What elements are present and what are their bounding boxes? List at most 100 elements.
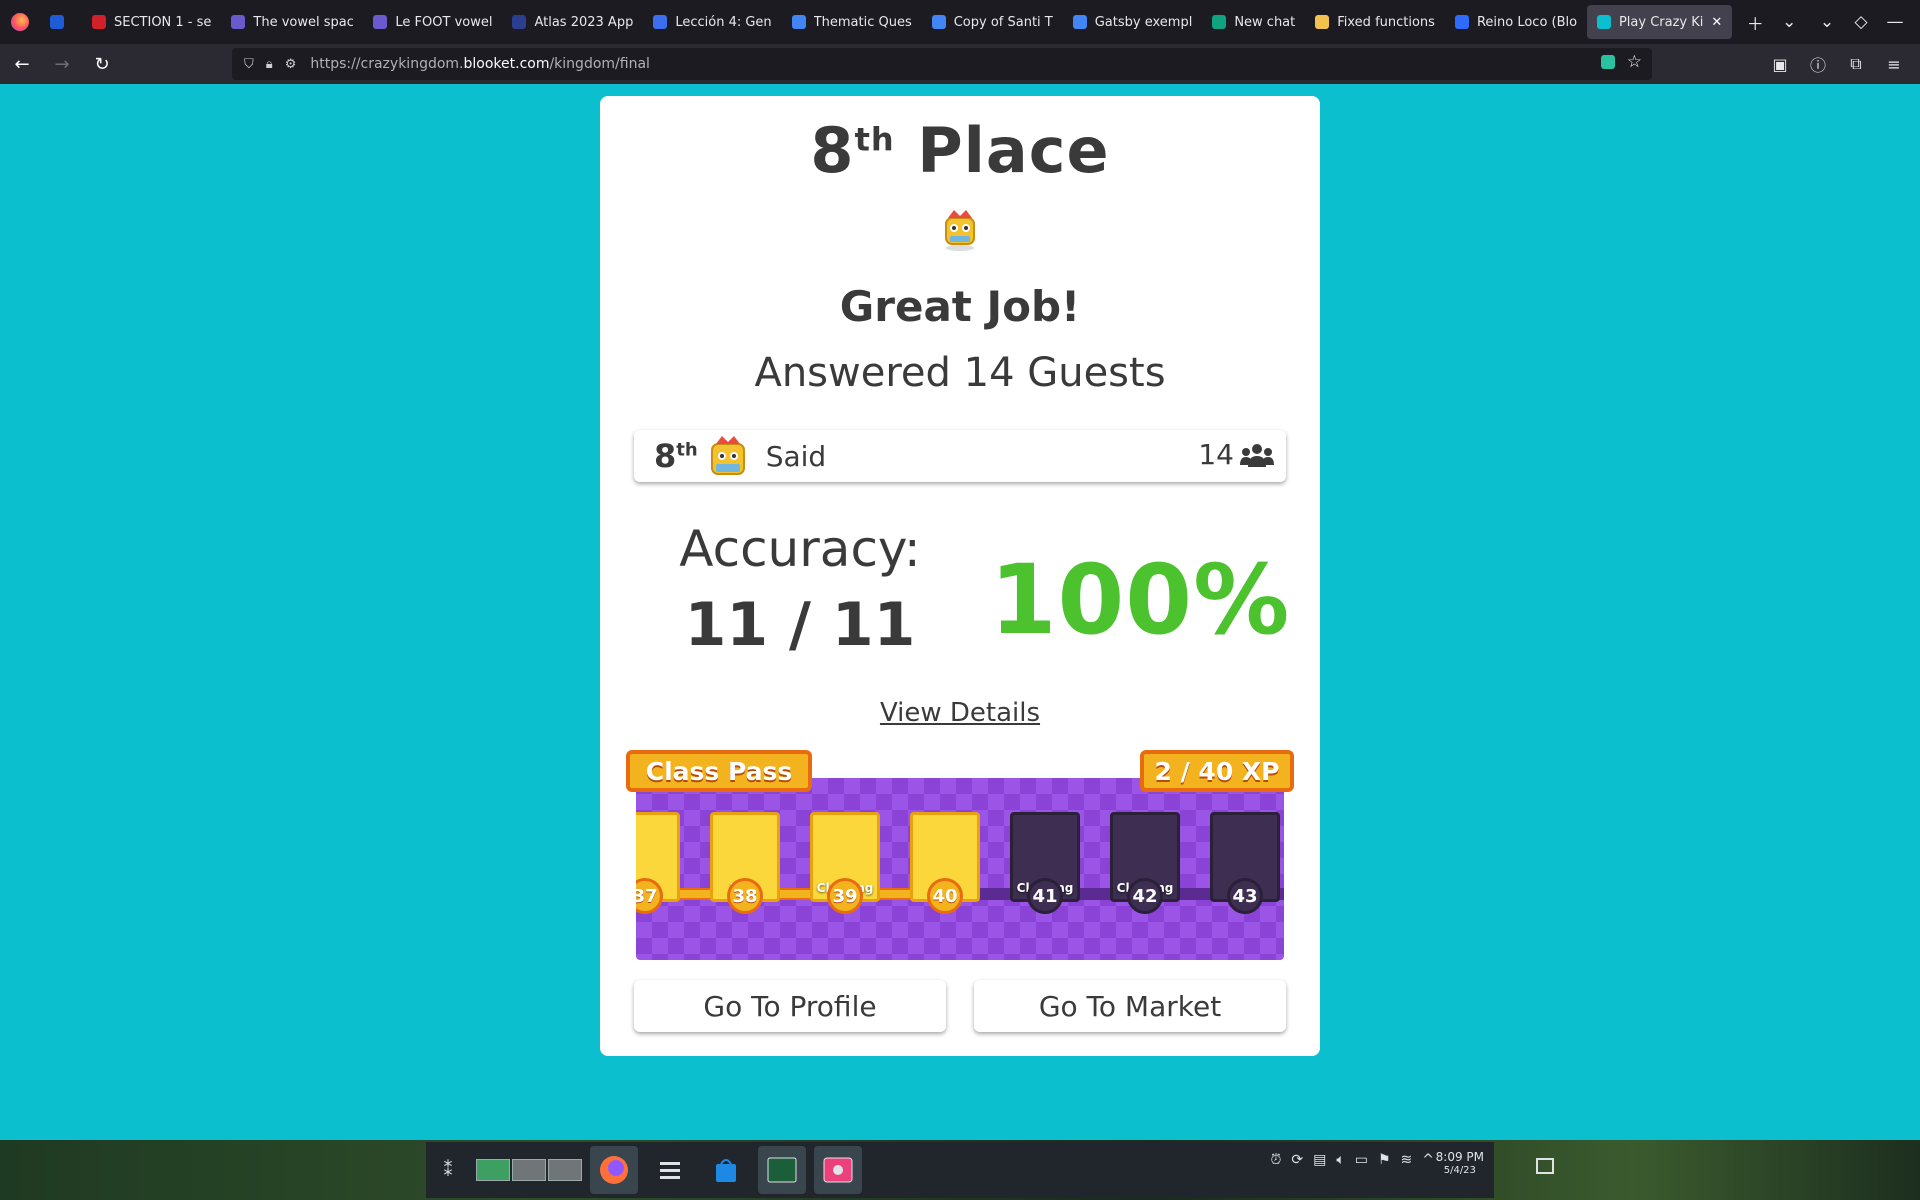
final-place-title: 8th Place — [810, 114, 1110, 187]
settings-taskbar-icon[interactable] — [646, 1146, 694, 1194]
diamond-icon[interactable]: ◇ — [1844, 5, 1878, 39]
go-to-market-button[interactable]: Go To Market — [974, 980, 1286, 1032]
url-bar[interactable]: ⛉ 🔒︎ ⚙ https://crazykingdom.blooket.com/… — [232, 48, 1652, 80]
tab-favicon-icon — [1454, 15, 1469, 29]
browser-tab[interactable]: SECTION 1 - se — [82, 5, 221, 39]
terminal-taskbar-icon[interactable] — [758, 1146, 806, 1194]
browser-nav-bar: ← → ↻ ⛉ 🔒︎ ⚙ https://crazykingdom.blooke… — [0, 44, 1920, 84]
player-standing-row: 8th Said 14 — [634, 430, 1286, 482]
tab-favicon-icon — [50, 15, 64, 29]
update-icon[interactable]: ⟳ — [1291, 1152, 1303, 1168]
class-pass-badge: Class Pass — [626, 750, 812, 792]
tab-label: Gatsby exempl — [1094, 14, 1193, 30]
volume-icon[interactable]: 🔈︎ — [1336, 1152, 1344, 1168]
info-icon[interactable]: ⓘ — [1802, 48, 1834, 80]
tab-favicon-icon — [931, 15, 946, 29]
tier-number: 41 — [1027, 878, 1063, 914]
browser-tab[interactable]: Le FOOT vowel — [363, 5, 502, 39]
tab-favicon-icon — [1596, 15, 1611, 29]
browser-tab[interactable] — [40, 5, 82, 39]
wifi-icon[interactable]: ≋ — [1401, 1152, 1413, 1168]
reward-art-icon — [927, 829, 967, 869]
go-to-profile-button[interactable]: Go To Profile — [634, 980, 946, 1032]
browser-tab[interactable]: Play Crazy Ki ✕ — [1586, 5, 1733, 39]
extensions-icon[interactable]: ⧉ — [1840, 48, 1872, 80]
permissions-icon[interactable]: ⚙ — [285, 57, 297, 72]
reward-art-icon — [827, 829, 867, 869]
view-details-link[interactable]: View Details — [600, 698, 1320, 728]
new-tab-icon[interactable]: ＋ — [1738, 5, 1772, 39]
browser-tab[interactable]: Thematic Ques — [782, 5, 922, 39]
lock-icon[interactable]: 🔒︎ — [266, 57, 273, 72]
class-pass-track[interactable]: t37Item38Clothing39Hat40Clothing41Clothi… — [636, 778, 1284, 960]
tab-favicon-icon — [1072, 15, 1087, 29]
battery-icon[interactable]: ▭ — [1355, 1152, 1368, 1168]
accuracy-label: Accuracy: — [679, 520, 921, 578]
tab-favicon-icon — [373, 15, 388, 29]
desktop-3[interactable] — [548, 1159, 582, 1181]
tab-favicon-icon — [231, 15, 246, 29]
tab-favicon-icon — [92, 15, 106, 29]
clock[interactable]: 8:09 PM 5/4/23 — [1436, 1150, 1484, 1178]
browser-tab[interactable]: Gatsby exempl — [1063, 5, 1203, 39]
tab-label: New chat — [1234, 14, 1296, 30]
chevron-down-icon[interactable]: ⌄ — [1810, 5, 1844, 39]
keyboard-layout-flag-icon[interactable]: ⚑ — [1378, 1152, 1391, 1168]
back-icon[interactable]: ← — [4, 48, 40, 80]
desktop-2[interactable] — [512, 1159, 546, 1181]
reward-art-icon — [636, 829, 667, 869]
pocket-icon[interactable]: ▣ — [1764, 48, 1796, 80]
browser-tab[interactable]: Lección 4: Gen — [643, 5, 781, 39]
show-desktop-icon[interactable] — [1536, 1158, 1554, 1174]
browser-tab-bar: SECTION 1 - se The vowel spac Le FOOT vowe… — [0, 0, 1920, 44]
bookmark-star-icon[interactable]: ☆ — [1627, 52, 1642, 72]
tier-number: 39 — [827, 878, 863, 914]
desktop-1[interactable] — [476, 1159, 510, 1181]
taskbar: ⁑ ⏰︎ ⟳ ▤ 🔈︎ ▭ ⚑ ≋ ^ 8:09 PM 5/4/23 — [426, 1142, 1554, 1198]
player-place: 8th — [654, 437, 698, 475]
tab-label: Thematic Ques — [813, 14, 912, 30]
tab-favicon-icon — [1315, 15, 1330, 29]
url-text[interactable]: https://crazykingdom.blooket.com/kingdom… — [310, 56, 650, 72]
forward-icon[interactable]: → — [44, 48, 80, 80]
tab-label: Play Crazy Ki — [1618, 14, 1704, 30]
store-taskbar-icon[interactable] — [702, 1146, 750, 1194]
firefox-menu-icon[interactable] — [0, 0, 40, 44]
browser-tab[interactable]: New chat — [1202, 5, 1305, 39]
screenshot-taskbar-icon[interactable] — [814, 1146, 862, 1194]
browser-tab[interactable]: Fixed functions — [1305, 5, 1445, 39]
close-tab-icon[interactable]: ✕ — [1711, 15, 1722, 30]
player-score: 14 — [1198, 438, 1274, 471]
tab-favicon-icon — [1212, 15, 1227, 29]
clock-time: 8:09 PM — [1435, 1150, 1484, 1164]
reload-icon[interactable]: ↻ — [84, 48, 120, 80]
browser-tab[interactable]: Atlas 2023 App — [502, 5, 643, 39]
guests-icon — [1240, 443, 1274, 467]
list-tabs-icon[interactable]: ⌄ — [1772, 5, 1806, 39]
accuracy-percent: 100% — [989, 544, 1291, 656]
clipboard-icon[interactable]: ▤ — [1313, 1152, 1326, 1168]
browser-tab[interactable]: The vowel spac — [221, 5, 363, 39]
accuracy-fraction: 11 / 11 — [684, 590, 916, 660]
firefox-taskbar-icon[interactable] — [590, 1146, 638, 1194]
shield-icon[interactable]: ⛉ — [244, 57, 254, 72]
app-launcher-icon[interactable]: ⁑ — [426, 1148, 470, 1192]
tier-number: 42 — [1127, 878, 1163, 914]
menu-icon[interactable]: ≡ — [1878, 48, 1910, 80]
browser-tab[interactable]: Copy of Santi T — [922, 5, 1063, 39]
browser-tab[interactable]: Reino Loco (Blo — [1445, 5, 1587, 39]
tab-label: Le FOOT vowel — [395, 14, 493, 30]
alarm-icon[interactable]: ⏰︎ — [1270, 1152, 1281, 1168]
minimize-icon[interactable]: — — [1878, 5, 1912, 39]
tab-label: The vowel spac — [253, 14, 354, 30]
pass-track-progress — [636, 888, 954, 900]
tab-label: SECTION 1 - se — [114, 14, 212, 30]
player-avatar — [710, 436, 745, 475]
tab-favicon-icon — [791, 15, 806, 29]
tier-number: 40 — [927, 878, 963, 914]
tray-expand-icon[interactable]: ^ — [1422, 1152, 1434, 1168]
tier-number: 38 — [727, 878, 763, 914]
player-blook-icon — [945, 210, 975, 251]
extension-icon[interactable] — [1600, 55, 1615, 69]
virtual-desktop-pager[interactable] — [476, 1159, 582, 1181]
